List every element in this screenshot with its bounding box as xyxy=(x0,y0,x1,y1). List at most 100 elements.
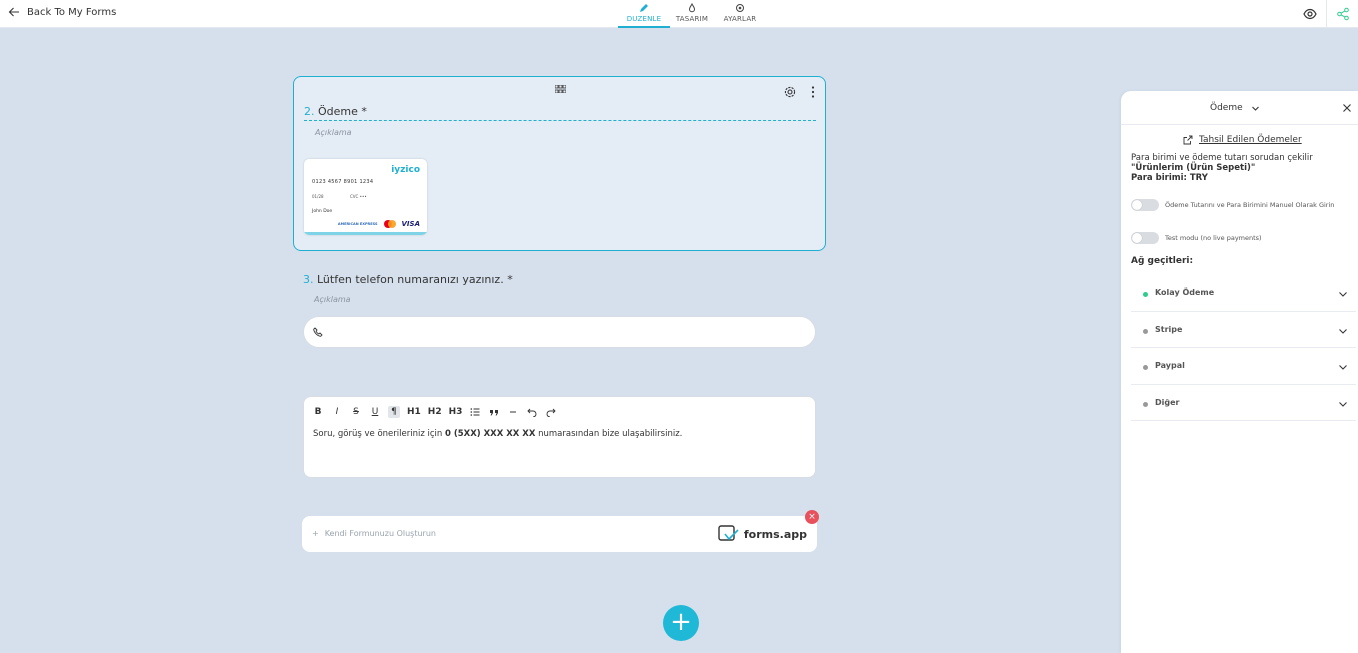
heading1-button[interactable]: H1 xyxy=(407,406,421,418)
manual-amount-toggle[interactable] xyxy=(1131,199,1159,211)
gateways-list: Kolay Ödeme Stripe Paypal Diğer xyxy=(1131,275,1356,421)
manual-amount-label: Ödeme Tutarını ve Para Birimini Manuel O… xyxy=(1165,201,1335,209)
currency-info: Para birimi ve ödeme tutarı sorudan çeki… xyxy=(1131,153,1353,183)
preview-button[interactable] xyxy=(1294,0,1326,28)
amex-logo: AMERICAN EXPRESS xyxy=(337,222,378,226)
redo-button[interactable] xyxy=(545,406,557,418)
strikethrough-button[interactable]: S xyxy=(350,406,362,418)
rich-text-phone: 0 (5XX) XXX XX XX xyxy=(444,429,536,439)
chevron-down-icon xyxy=(1339,292,1347,297)
question-settings-gear-icon[interactable] xyxy=(783,85,797,99)
rich-text-content[interactable]: Soru, görüş ve önerileriniz için 0 (5XX)… xyxy=(313,429,682,439)
test-mode-label: Test modu (no live payments) xyxy=(1165,234,1262,242)
tab-ayarlar[interactable]: AYARLAR xyxy=(714,0,766,28)
back-to-forms-link[interactable]: Back To My Forms xyxy=(8,6,116,18)
tab-label: TASARIM xyxy=(675,15,709,23)
create-form-link[interactable]: + Kendi Formunuzu Oluşturun xyxy=(312,529,436,538)
card-holder-name: John Doe xyxy=(312,209,333,214)
list-icon xyxy=(470,408,480,416)
rich-text-before: Soru, görüş ve önerileriniz için xyxy=(313,429,445,439)
remove-branding-button[interactable]: × xyxy=(805,510,819,524)
gateway-label: Stripe xyxy=(1155,324,1183,334)
phone-input[interactable] xyxy=(303,316,816,348)
currency-info-line1: Para birimi ve ödeme tutarı sorudan çeki… xyxy=(1131,153,1313,163)
share-button[interactable] xyxy=(1326,0,1358,28)
heading3-button[interactable]: H3 xyxy=(449,406,463,418)
more-options-icon[interactable] xyxy=(806,85,820,99)
dash-icon xyxy=(510,411,517,413)
tab-label: AYARLAR xyxy=(723,15,757,23)
undo-button[interactable] xyxy=(526,406,538,418)
heading2-button[interactable]: H2 xyxy=(428,406,442,418)
card-network-logos: AMERICAN EXPRESS VISA xyxy=(338,220,420,228)
quote-button[interactable] xyxy=(488,406,500,418)
payment-settings-panel: Ödeme Tahsil Edilen Ödemeler Para birimi… xyxy=(1121,91,1358,653)
back-label: Back To My Forms xyxy=(27,6,117,18)
gateway-kolay-odeme[interactable]: Kolay Ödeme xyxy=(1131,275,1356,312)
card-cvv-label: CVC xyxy=(350,194,359,199)
add-question-button[interactable]: + xyxy=(663,605,699,641)
panel-title-dropdown[interactable]: Ödeme xyxy=(1210,103,1260,113)
question-title-text: Ödeme * xyxy=(318,105,367,118)
paragraph-button[interactable]: ¶ xyxy=(388,406,400,418)
bullet-list-button[interactable] xyxy=(469,406,481,418)
card-expiry: 01/28 xyxy=(312,194,324,199)
eye-icon xyxy=(1303,8,1317,20)
question-description[interactable]: Açıklama xyxy=(315,128,352,137)
gateway-stripe[interactable]: Stripe xyxy=(1131,312,1356,348)
gateways-title: Ağ geçitleri: xyxy=(1131,256,1194,266)
card-cvv: CVC ••• xyxy=(350,194,367,199)
rich-text-block[interactable]: B I S U ¶ H1 H2 H3 Soru, görüş ve öneril… xyxy=(303,396,816,478)
external-link-icon xyxy=(1183,135,1193,145)
close-icon[interactable] xyxy=(1342,103,1352,113)
panel-title-text: Ödeme xyxy=(1210,103,1243,113)
test-mode-toggle[interactable] xyxy=(1131,232,1159,244)
plus-icon: + xyxy=(312,529,319,538)
gateway-paypal[interactable]: Paypal xyxy=(1131,348,1356,385)
drag-handle-icon[interactable] xyxy=(555,85,566,93)
top-bar: Back To My Forms DUZENLE TASARIM AYARLAR xyxy=(0,0,1358,28)
top-right-actions xyxy=(1294,0,1358,28)
undo-icon xyxy=(527,408,537,417)
question-number: 2. xyxy=(304,105,315,118)
iyzico-logo: iyzico xyxy=(391,165,420,175)
formsapp-logo-text: forms.app xyxy=(743,527,807,541)
editor-tabs: DUZENLE TASARIM AYARLAR xyxy=(618,0,766,28)
question-number: 3. xyxy=(303,273,314,286)
gateway-diger[interactable]: Diğer xyxy=(1131,385,1356,421)
question-title-text: Lütfen telefon numaranızı yazınız. * xyxy=(317,273,513,286)
formsapp-logo-icon xyxy=(718,525,739,541)
manual-amount-toggle-row: Ödeme Tutarını ve Para Birimini Manuel O… xyxy=(1131,199,1334,211)
collected-payments-link[interactable]: Tahsil Edilen Ödemeler xyxy=(1183,135,1302,145)
tab-duzenle[interactable]: DUZENLE xyxy=(618,0,670,28)
gear-icon xyxy=(736,4,744,12)
rich-text-after: numarasından bize ulaşabilirsiniz. xyxy=(535,429,683,439)
bold-button[interactable]: B xyxy=(312,406,324,418)
question-title[interactable]: 3. Lütfen telefon numaranızı yazınız. * xyxy=(303,273,513,286)
tab-tasarim[interactable]: TASARIM xyxy=(666,0,718,28)
gateway-label: Diğer xyxy=(1155,397,1180,407)
credit-card-preview: iyzico 0123 4567 8901 1234 01/28 CVC •••… xyxy=(304,159,427,235)
chevron-down-icon xyxy=(1339,328,1347,334)
question-title[interactable]: 2. Ödeme * xyxy=(304,105,816,121)
drop-icon xyxy=(688,3,696,13)
pencil-icon xyxy=(640,4,648,12)
horizontal-rule-button[interactable] xyxy=(507,406,519,418)
collected-payments-label: Tahsil Edilen Ödemeler xyxy=(1199,135,1302,145)
arrow-left-icon xyxy=(8,7,19,17)
underline-button[interactable]: U xyxy=(369,406,381,418)
italic-button[interactable]: I xyxy=(331,406,343,418)
formsapp-logo[interactable]: forms.app xyxy=(718,525,807,543)
tab-label: DUZENLE xyxy=(626,15,662,23)
status-dot xyxy=(1143,328,1148,334)
quote-icon xyxy=(490,410,499,416)
branding-bar[interactable]: + Kendi Formunuzu Oluşturun forms.app × xyxy=(302,510,819,552)
chevron-down-icon xyxy=(1339,401,1347,407)
question-card-payment[interactable]: 2. Ödeme * Açıklama iyzico 0123 4567 890… xyxy=(293,76,826,251)
card-number: 0123 4567 8901 1234 xyxy=(312,179,374,185)
gateway-label: Kolay Ödeme xyxy=(1155,288,1215,297)
chevron-down-icon xyxy=(1339,365,1347,370)
question-description[interactable]: Açıklama xyxy=(314,295,351,304)
redo-icon xyxy=(547,408,557,417)
test-mode-toggle-row: Test modu (no live payments) xyxy=(1131,232,1262,244)
